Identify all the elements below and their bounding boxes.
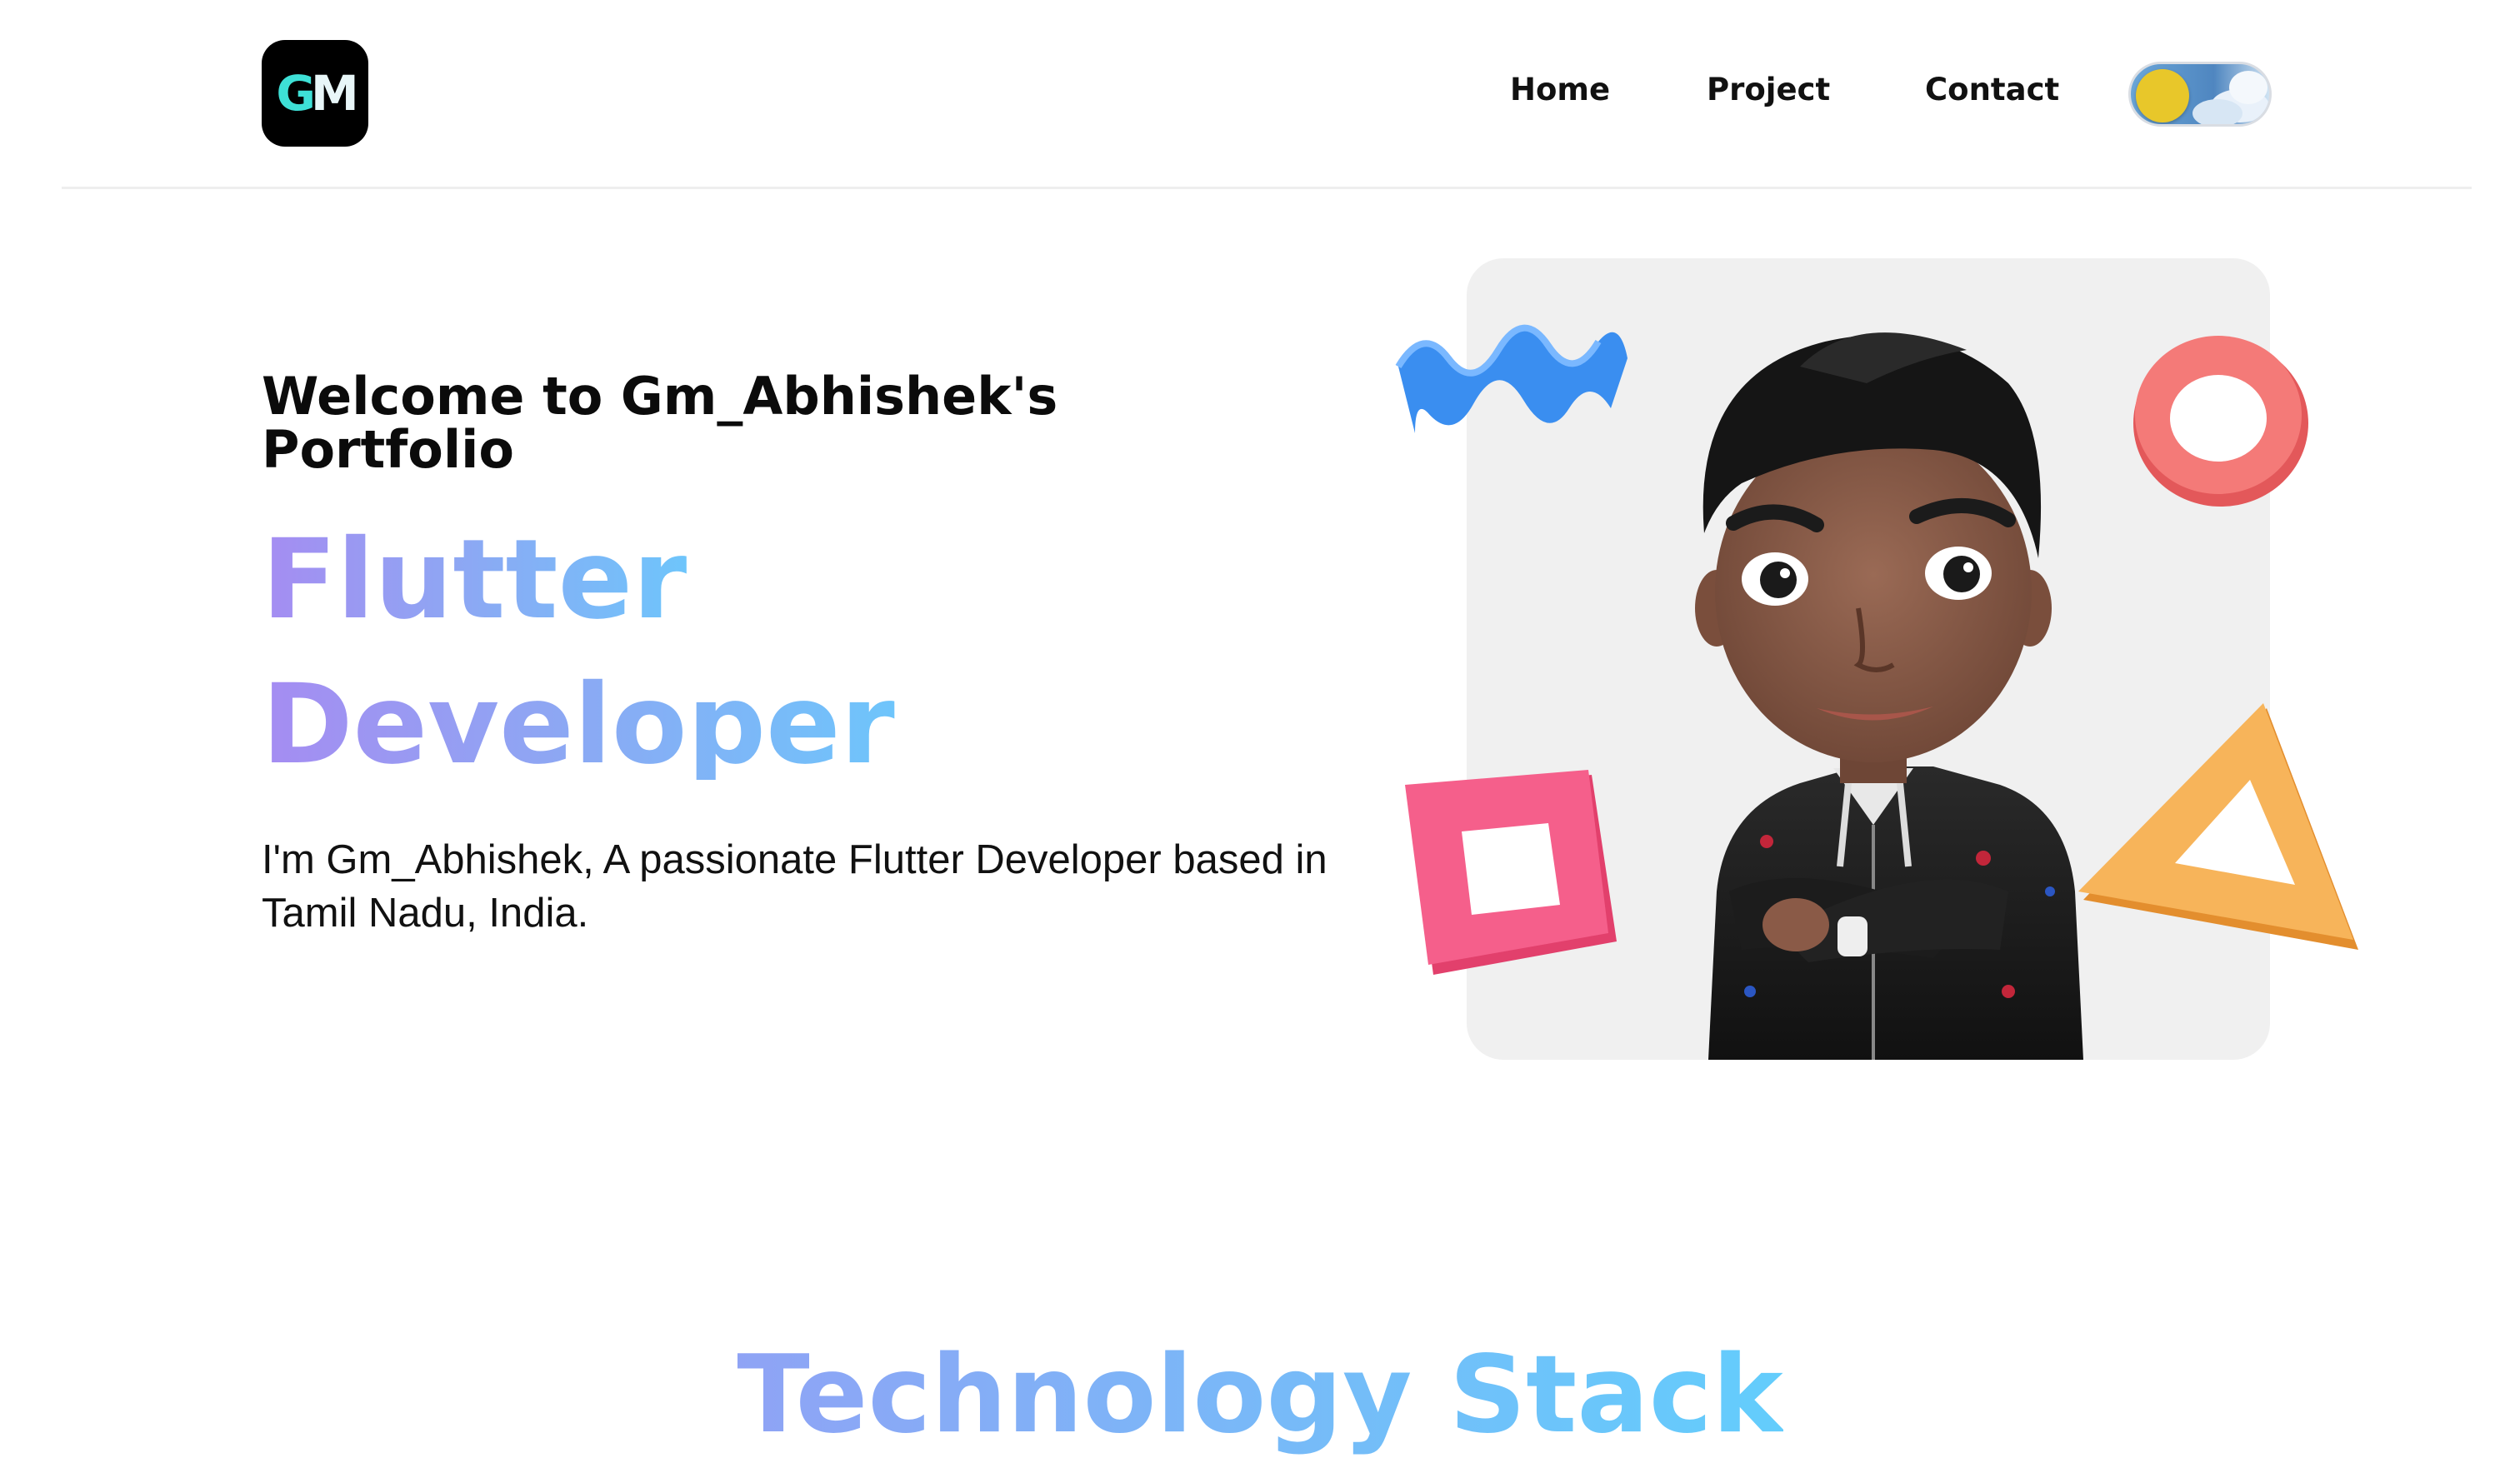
nav-contact-link[interactable]: Contact <box>1925 72 2059 107</box>
site-logo[interactable]: GM <box>262 40 368 147</box>
tech-stack-heading: Technology Stack <box>0 1333 2520 1458</box>
nav-home-link[interactable]: Home <box>1510 72 1610 107</box>
triangle-shape-icon <box>2078 703 2358 950</box>
wave-shape-icon <box>1395 324 1628 433</box>
site-header: GM Home Project Contact <box>0 0 2520 189</box>
ring-shape-icon <box>2133 336 2308 507</box>
square-frame-shape-icon <box>1405 770 1617 975</box>
tech-stack-title-text: Technology Stack <box>737 1333 1783 1457</box>
logo-letter-g: G <box>276 65 316 122</box>
logo-monogram: GM <box>276 69 358 117</box>
logo-letter-m: M <box>310 65 359 122</box>
cloud-icon <box>2229 71 2268 104</box>
hero-welcome-heading: Welcome to Gm_Abhishek's Portfolio <box>262 366 1058 480</box>
nav-project-link[interactable]: Project <box>1707 72 1830 107</box>
hero-intro-text: I'm Gm_Abhishek, A passionate Flutter De… <box>262 837 1328 936</box>
hero-role-line-1: Flutter <box>262 516 688 644</box>
cloud-icon <box>2192 99 2242 124</box>
hero-role-line-2: Developer <box>262 661 895 789</box>
sun-icon <box>2136 69 2189 122</box>
header-divider <box>62 187 2472 189</box>
theme-toggle[interactable] <box>2128 62 2272 127</box>
